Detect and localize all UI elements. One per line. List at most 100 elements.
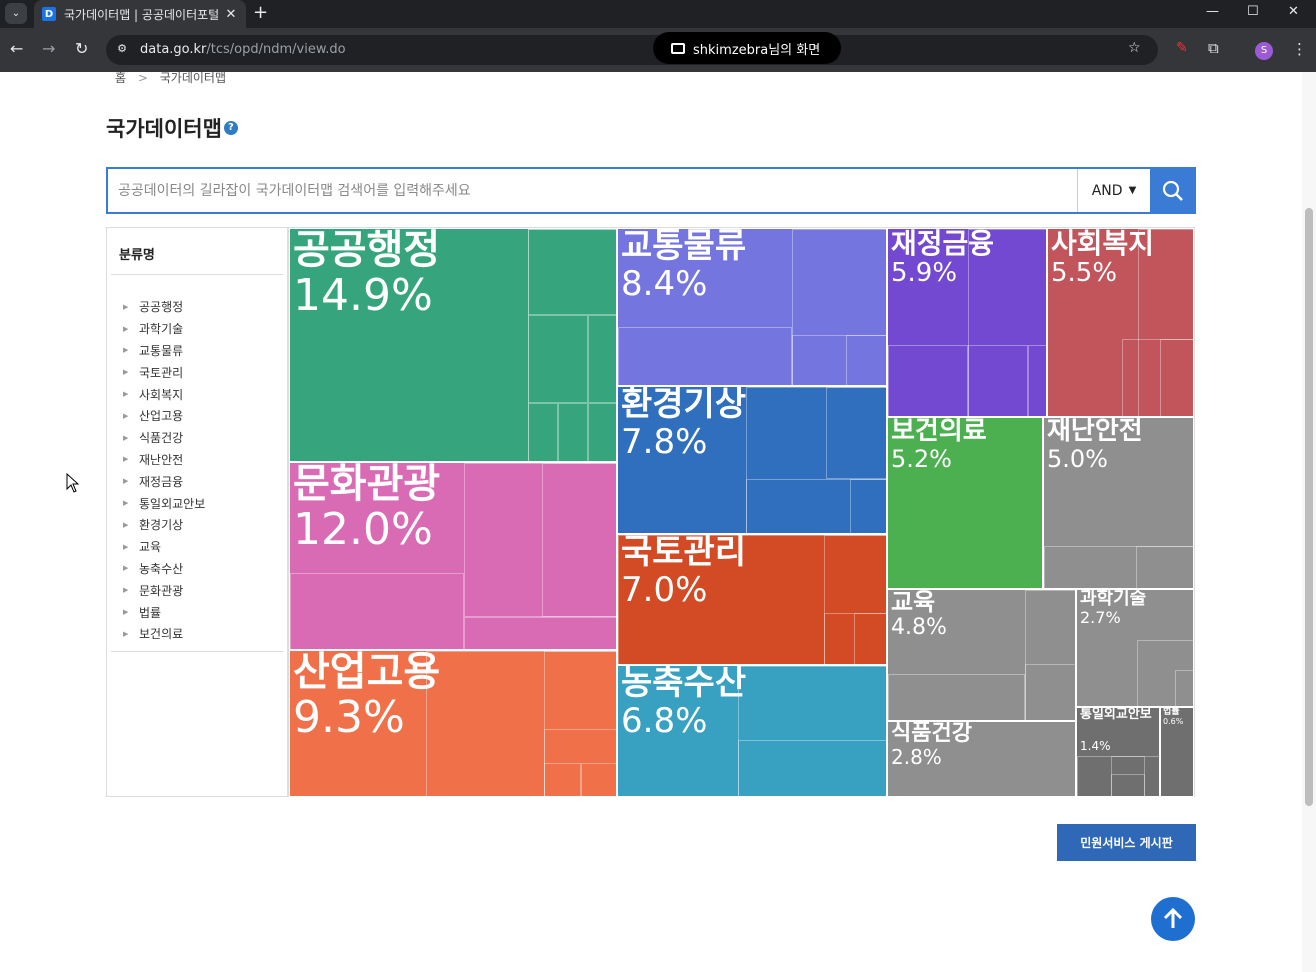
bullet-icon: ▶ [123, 608, 129, 617]
back-icon[interactable]: ← [10, 39, 23, 59]
treemap-subtile[interactable] [1136, 546, 1193, 588]
treemap-tile[interactable]: 과학기술 2.7% [1076, 589, 1194, 707]
bookmark-star-icon[interactable]: ☆ [1128, 40, 1141, 56]
arrow-up-icon [1163, 907, 1183, 928]
help-icon[interactable]: ? [223, 121, 238, 135]
bullet-icon: ▶ [123, 629, 129, 638]
browser-tab[interactable]: D 국가데이터맵 | 공공데이터포털 ✕ [34, 0, 246, 28]
category-item[interactable]: ▶ 식품건강 [123, 427, 205, 449]
category-item[interactable]: ▶ 사회복지 [123, 383, 205, 405]
treemap-tile-name: 농축수산 [621, 665, 747, 703]
treemap-subtile[interactable] [528, 315, 588, 403]
treemap-tile-name: 산업고용 [293, 650, 441, 695]
treemap-subtile[interactable] [888, 345, 968, 416]
category-item[interactable]: ▶ 농축수산 [123, 558, 205, 580]
breadcrumb: 홈 > 국가데이터맵 [115, 69, 226, 86]
close-tab-icon[interactable]: ✕ [222, 7, 240, 22]
extensions-puzzle-icon[interactable]: ⧉ [1208, 39, 1219, 57]
minimize-icon[interactable]: — [1206, 4, 1219, 19]
operator-select[interactable]: AND ▼ [1077, 169, 1150, 212]
treemap-tile-percent: 5.9% [891, 258, 958, 288]
category-item[interactable]: ▶ 법률 [123, 601, 205, 623]
category-item[interactable]: ▶ 재정금융 [123, 470, 205, 492]
treemap-tile[interactable]: 사회복지 5.5% [1047, 228, 1194, 417]
treemap-subtile[interactable] [846, 335, 886, 385]
new-tab-icon[interactable]: + [253, 3, 268, 23]
category-item[interactable]: ▶ 과학기술 [123, 318, 205, 340]
tab-search-icon[interactable]: ⌄ [5, 3, 27, 24]
treemap-subtile[interactable] [850, 479, 886, 533]
treemap-subtile[interactable] [1028, 345, 1046, 416]
treemap-tile[interactable]: 산업고용 9.3% [289, 650, 617, 797]
category-item[interactable]: ▶ 공공행정 [123, 296, 205, 318]
treemap-subtile[interactable] [528, 229, 616, 315]
treemap-tile-name: 보건의료 [891, 417, 987, 446]
search-input[interactable] [108, 169, 1076, 212]
category-item[interactable]: ▶ 환경기상 [123, 514, 205, 536]
category-item[interactable]: ▶ 교육 [123, 536, 205, 558]
bullet-icon: ▶ [123, 586, 129, 595]
treemap-tile[interactable]: 국토관리 7.0% [617, 534, 887, 665]
treemap-subtile[interactable] [854, 613, 886, 664]
category-item[interactable]: ▶ 국토관리 [123, 361, 205, 383]
treemap-subtile[interactable] [558, 403, 588, 461]
scrollbar-thumb[interactable] [1305, 208, 1313, 806]
search-button[interactable] [1150, 169, 1196, 212]
category-item[interactable]: ▶ 재난안전 [123, 449, 205, 471]
browser-toolbar: ← → ↻ ⚙ data.go.kr/tcs/opd/ndm/view.do s… [0, 28, 1316, 72]
treemap-tile-percent: 5.2% [891, 445, 952, 473]
maximize-icon[interactable]: ☐ [1247, 4, 1259, 19]
treemap-tile[interactable]: 보건의료 5.2% [887, 417, 1043, 589]
category-item[interactable]: ▶ 보건의료 [123, 623, 205, 645]
bullet-icon: ▶ [123, 499, 129, 508]
screen-share-icon [671, 42, 685, 54]
category-item[interactable]: ▶ 통일외교안보 [123, 492, 205, 514]
category-list: ▶ 공공행정 ▶ 과학기술 ▶ 교통물류 ▶ 국토관리 ▶ 사회복지 ▶ 산업고용 ▶ 식품건강 ▶ 재난안전… [123, 296, 205, 645]
treemap-subtile[interactable] [1025, 664, 1075, 720]
category-item[interactable]: ▶ 교통물류 [123, 340, 205, 362]
treemap-tile[interactable]: 교통물류 8.4% [617, 228, 887, 386]
treemap-tile-name: 공공행정 [293, 228, 441, 273]
treemap-subtile[interactable] [290, 573, 464, 649]
forward-icon[interactable]: → [42, 39, 55, 59]
scroll-to-top-button[interactable] [1151, 897, 1195, 941]
treemap-subtile[interactable] [588, 403, 616, 461]
treemap-subtile[interactable] [542, 463, 616, 617]
tab-title: 국가데이터맵 | 공공데이터포털 [64, 7, 220, 22]
screen-share-indicator[interactable]: shkimzebra님의 화면 [653, 32, 841, 64]
treemap-tile[interactable]: 환경기상 7.8% [617, 386, 887, 534]
treemap-subtile[interactable] [544, 763, 581, 796]
civil-service-board-button[interactable]: 민원서비스 게시판 [1057, 824, 1196, 861]
treemap-subtile[interactable] [888, 674, 1025, 720]
profile-avatar[interactable]: S [1255, 42, 1273, 60]
treemap-tile[interactable]: 재난안전 5.0% [1043, 417, 1194, 589]
treemap-subtile[interactable] [1175, 670, 1193, 706]
treemap-subtile[interactable] [1111, 774, 1145, 796]
treemap-subtile[interactable] [826, 387, 886, 479]
treemap-tile[interactable]: 법률 0.6% [1160, 707, 1194, 797]
treemap-subtile[interactable] [618, 327, 792, 385]
pen-extension-icon[interactable]: ✎ [1176, 40, 1188, 56]
treemap-tile[interactable]: 재정금융 5.9% [887, 228, 1047, 417]
treemap-subtile[interactable] [464, 617, 616, 649]
treemap-tile[interactable]: 문화관광 12.0% [289, 462, 617, 650]
reload-icon[interactable]: ↻ [75, 39, 88, 59]
treemap-subtile[interactable] [588, 315, 616, 403]
category-item[interactable]: ▶ 산업고용 [123, 405, 205, 427]
treemap-tile[interactable]: 농축수산 6.8% [617, 665, 887, 797]
address-bar[interactable]: ⚙ data.go.kr/tcs/opd/ndm/view.do [106, 35, 1158, 65]
treemap-subtile[interactable] [968, 345, 1028, 416]
treemap-subtile[interactable] [581, 763, 616, 796]
browser-menu-icon[interactable]: ⋮ [1292, 40, 1307, 58]
treemap-tile[interactable]: 식품건강 2.8% [887, 721, 1076, 797]
breadcrumb-home[interactable]: 홈 [115, 71, 126, 85]
treemap-tile[interactable]: 공공행정 14.9% [289, 228, 617, 462]
site-info-icon[interactable]: ⚙ [114, 42, 130, 58]
treemap-subtile[interactable] [528, 403, 558, 461]
treemap-subtile[interactable] [1160, 339, 1193, 416]
treemap-subtile[interactable] [738, 740, 886, 796]
treemap-tile[interactable]: 통일외교안보 1.4% [1076, 707, 1160, 797]
window-close-icon[interactable]: ✕ [1288, 4, 1299, 19]
treemap-tile[interactable]: 교육 4.8% [887, 589, 1076, 721]
category-item[interactable]: ▶ 문화관광 [123, 579, 205, 601]
